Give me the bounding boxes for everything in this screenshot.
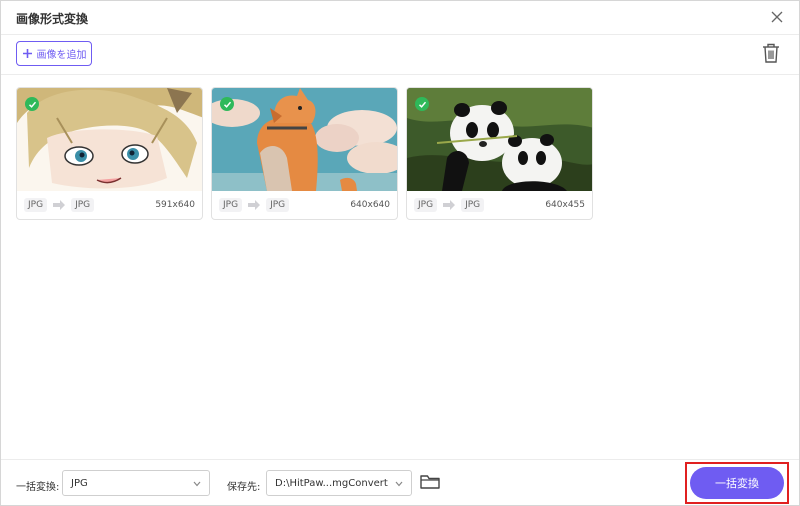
pandas-photo-thumbnail <box>407 88 592 191</box>
save-path-value: D:\HitPaw...mgConvert <box>275 477 388 489</box>
bottom-bar: 一括変換: JPG 保存先: D:\HitPaw...mgConvert <box>1 459 799 505</box>
arrow-right-icon <box>53 199 66 210</box>
image-dimensions: 591x640 <box>155 199 195 210</box>
convert-dialog: 画像形式変換 画像を追加 JPG JPG 591x640 JPG JPG 640… <box>0 0 800 506</box>
card-info: JPG JPG 591x640 <box>17 190 202 219</box>
source-format: JPG <box>414 197 438 212</box>
image-card[interactable]: JPG JPG 640x640 <box>211 87 398 220</box>
toolbar: 画像を追加 <box>1 35 799 75</box>
save-location-label: 保存先: <box>227 482 261 493</box>
target-format: JPG <box>461 197 485 212</box>
add-image-label: 画像を追加 <box>36 50 87 61</box>
target-format: JPG <box>266 197 290 212</box>
chevron-down-icon <box>193 481 201 487</box>
anime-character-thumbnail <box>17 88 202 191</box>
save-path-select[interactable]: D:\HitPaw...mgConvert <box>266 470 412 496</box>
arrow-right-icon <box>443 199 456 210</box>
source-format: JPG <box>219 197 243 212</box>
card-info: JPG JPG 640x640 <box>212 190 397 219</box>
close-icon[interactable] <box>769 9 785 25</box>
image-dimensions: 640x455 <box>545 199 585 210</box>
chevron-down-icon <box>395 481 403 487</box>
check-icon <box>220 97 234 111</box>
check-icon <box>415 97 429 111</box>
trash-icon[interactable] <box>761 42 781 64</box>
image-card[interactable]: JPG JPG 640x455 <box>406 87 593 220</box>
bulk-convert-button[interactable]: 一括変換 <box>690 467 784 499</box>
bulk-convert-label: 一括変換: <box>16 482 60 493</box>
image-dimensions: 640x640 <box>350 199 390 210</box>
add-image-button[interactable]: 画像を追加 <box>16 41 92 66</box>
image-card[interactable]: JPG JPG 591x640 <box>16 87 203 220</box>
format-select[interactable]: JPG <box>62 470 210 496</box>
image-list: JPG JPG 591x640 JPG JPG 640x640 JPG JPG … <box>16 87 593 220</box>
source-format: JPG <box>24 197 48 212</box>
target-format: JPG <box>71 197 95 212</box>
plus-icon <box>22 49 32 58</box>
check-icon <box>25 97 39 111</box>
folder-icon[interactable] <box>420 474 440 490</box>
title-bar: 画像形式変換 <box>1 1 799 35</box>
arrow-right-icon <box>248 199 261 210</box>
format-select-value: JPG <box>71 477 88 489</box>
cat-illustration-thumbnail <box>212 88 397 191</box>
card-info: JPG JPG 640x455 <box>407 190 592 219</box>
dialog-title: 画像形式変換 <box>16 12 89 26</box>
